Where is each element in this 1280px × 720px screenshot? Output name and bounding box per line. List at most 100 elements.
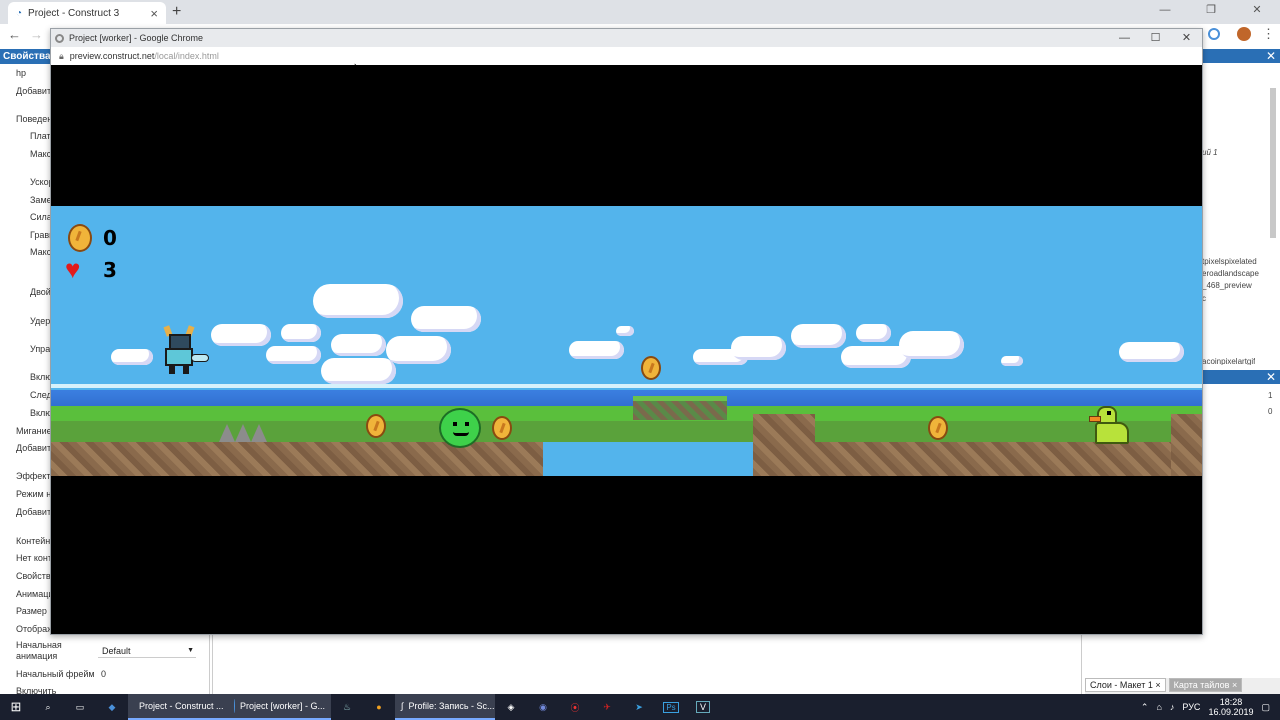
ground-platform xyxy=(753,442,1202,476)
lock-icon: 🔒︎ xyxy=(59,50,64,61)
lives-count: 3 xyxy=(103,258,117,282)
menu-dots-icon[interactable]: ⋮ xyxy=(1262,26,1275,42)
ground-platform xyxy=(51,442,543,476)
hud-coin-icon xyxy=(68,224,92,252)
project-panel xyxy=(1202,63,1280,368)
coin xyxy=(641,356,661,380)
initial-animation-select[interactable]: Default ▼ xyxy=(98,644,196,658)
spike xyxy=(235,424,251,442)
property-row[interactable]: Добавить редактир xyxy=(16,443,53,453)
preview-close-button[interactable]: ✕ xyxy=(1171,29,1202,47)
notification-icon[interactable]: ▢ xyxy=(1261,702,1270,713)
steam-icon[interactable]: ♨ xyxy=(331,694,363,720)
new-tab-button[interactable]: + xyxy=(172,3,181,21)
floating-platform xyxy=(633,396,727,420)
taskbar-item-recording[interactable]: ∫ Profile: Запись - Sc... xyxy=(395,694,495,720)
cloud xyxy=(1119,342,1184,362)
pinned-app-icon[interactable]: ◆ xyxy=(96,694,128,720)
network-icon[interactable]: ⌂ xyxy=(1156,702,1161,712)
project-item[interactable]: _468_preview xyxy=(1202,281,1252,290)
project-item[interactable]: acoinpixelartgif xyxy=(1202,357,1255,365)
player-knight xyxy=(157,325,209,374)
property-row[interactable]: Мигание xyxy=(16,426,53,436)
property-row[interactable]: Нет контейнера xyxy=(16,553,53,563)
browser-tab[interactable]: ◔ Project - Construct 3 × xyxy=(8,2,166,24)
windows-start-icon[interactable]: ⊞ xyxy=(0,694,32,720)
initial-animation-label: Начальная анимация xyxy=(16,640,62,661)
game-icon[interactable]: ✈ xyxy=(591,694,623,720)
heart-icon: ♥ xyxy=(65,254,81,284)
property-row[interactable]: Анимация xyxy=(16,589,53,599)
app-icon[interactable]: ● xyxy=(363,694,395,720)
property-row[interactable]: Поведение xyxy=(16,114,53,124)
project-item[interactable]: ий 1 xyxy=(1202,148,1218,157)
minimize-button[interactable]: — xyxy=(1142,0,1188,22)
property-row[interactable]: Отображение xyxy=(16,624,53,634)
close-window-button[interactable]: ✕ xyxy=(1234,0,1280,22)
taskbar-item-construct[interactable]: Project - Construct ... xyxy=(128,694,228,720)
task-view-icon[interactable]: ▭ xyxy=(64,694,96,720)
property-row[interactable]: Эффекты xyxy=(16,471,53,481)
window-controls: — ❐ ✕ xyxy=(1142,0,1280,22)
close-icon[interactable]: × xyxy=(1155,680,1160,690)
property-row[interactable]: Контейнер xyxy=(16,536,53,546)
preview-maximize-button[interactable]: ☐ xyxy=(1140,29,1171,47)
spike xyxy=(219,424,235,442)
close-icon[interactable]: ✕ xyxy=(1266,370,1276,384)
game-canvas[interactable]: 0 ♥ 3 xyxy=(51,206,1202,476)
property-row[interactable]: Режим наложения xyxy=(16,489,53,499)
browser-tab-bar xyxy=(0,0,1280,24)
maximize-button[interactable]: ❐ xyxy=(1188,0,1234,22)
volume-icon[interactable]: ♪ xyxy=(1170,702,1175,712)
photoshop-icon[interactable]: Ps xyxy=(655,694,687,720)
extension-icon[interactable] xyxy=(1208,28,1220,40)
cloud xyxy=(731,336,786,360)
back-icon[interactable]: ← xyxy=(8,27,21,42)
cloud xyxy=(791,324,846,348)
close-tab-icon[interactable]: × xyxy=(150,6,158,21)
right-panel-header: ✕ xyxy=(1202,49,1280,63)
tab-layers[interactable]: Слои - Макет 1 × xyxy=(1085,678,1166,692)
close-icon[interactable]: × xyxy=(1232,680,1237,690)
grass-strip xyxy=(51,406,1202,421)
property-row[interactable]: Размер xyxy=(16,606,53,616)
property-row[interactable]: hp xyxy=(16,68,53,78)
search-icon[interactable]: ⌕ xyxy=(32,694,64,720)
property-row[interactable]: Свойства xyxy=(16,571,53,581)
language-indicator[interactable]: РУС xyxy=(1182,702,1200,712)
clock[interactable]: 18:28 16.09.2019 xyxy=(1208,697,1253,717)
record-icon[interactable]: ⦿ xyxy=(559,694,591,720)
initial-frame-input[interactable]: 0 xyxy=(101,669,106,679)
coin-count: 0 xyxy=(103,226,117,250)
property-row[interactable]: Добавить редактир xyxy=(16,86,53,96)
tray-arrow-icon[interactable]: ⌃ xyxy=(1141,702,1149,713)
close-icon[interactable]: ✕ xyxy=(1266,49,1276,63)
preview-title-bar: Project [worker] - Google Chrome xyxy=(51,29,1202,47)
chrome-icon xyxy=(234,699,235,713)
tab-tilemap[interactable]: Карта тайлов × xyxy=(1168,678,1243,692)
ground-pillar xyxy=(1171,414,1202,476)
avatar[interactable] xyxy=(1237,27,1251,41)
unity-icon[interactable]: ◈ xyxy=(495,694,527,720)
property-row[interactable]: Добавить редактир xyxy=(16,507,53,517)
layer-value: 0 xyxy=(1268,407,1273,416)
layout-canvas-area[interactable] xyxy=(212,635,1082,694)
forward-icon[interactable]: → xyxy=(30,27,43,42)
vscode-icon[interactable]: V xyxy=(687,694,719,720)
scrollbar[interactable] xyxy=(1270,88,1276,238)
preview-address-bar[interactable]: 🔒︎ preview.construct.net/local/index.htm… xyxy=(51,47,1202,65)
layers-panel-header: ✕ xyxy=(1202,370,1280,384)
discord-icon[interactable]: ◉ xyxy=(527,694,559,720)
cloud xyxy=(616,326,634,336)
telegram-icon[interactable]: ➤ xyxy=(623,694,655,720)
taskbar-item-preview[interactable]: Project [worker] - G... xyxy=(228,694,331,720)
system-tray: ⌃ ⌂ ♪ РУС 18:28 16.09.2019 ▢ xyxy=(1141,694,1280,720)
project-item[interactable]: tpixelspixelated xyxy=(1202,257,1257,266)
cloud xyxy=(281,324,321,342)
streamlabs-icon: ∫ xyxy=(401,701,404,711)
taskbar: ⊞ ⌕ ▭ ◆ Project - Construct ... Project … xyxy=(0,694,1280,720)
project-item[interactable]: eroadlandscape xyxy=(1202,269,1259,278)
bottom-right-panel xyxy=(1085,635,1280,678)
preview-minimize-button[interactable]: — xyxy=(1109,29,1140,47)
horizon-line xyxy=(51,384,1202,388)
